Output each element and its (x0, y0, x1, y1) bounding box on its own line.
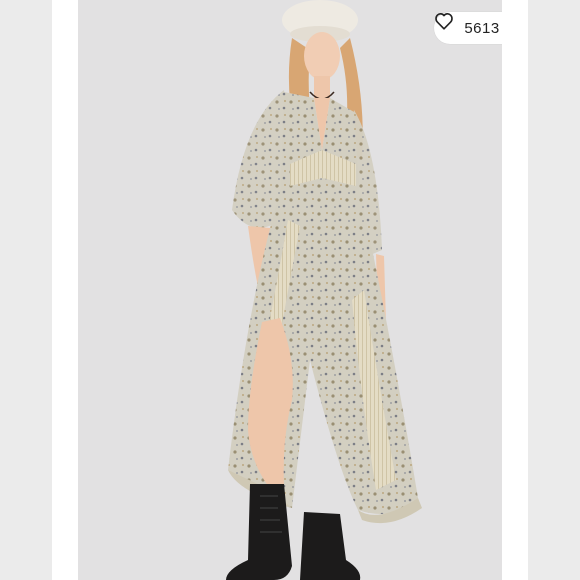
right-frame-border (502, 0, 528, 580)
like-count: 5613 (464, 19, 500, 37)
like-button[interactable]: 5613 (434, 12, 502, 44)
left-frame-border (52, 0, 78, 580)
listing-photo[interactable]: 5613 (78, 0, 502, 580)
model-dress-illustration (226, 0, 422, 580)
right-margin (528, 0, 580, 580)
left-margin (0, 0, 52, 580)
